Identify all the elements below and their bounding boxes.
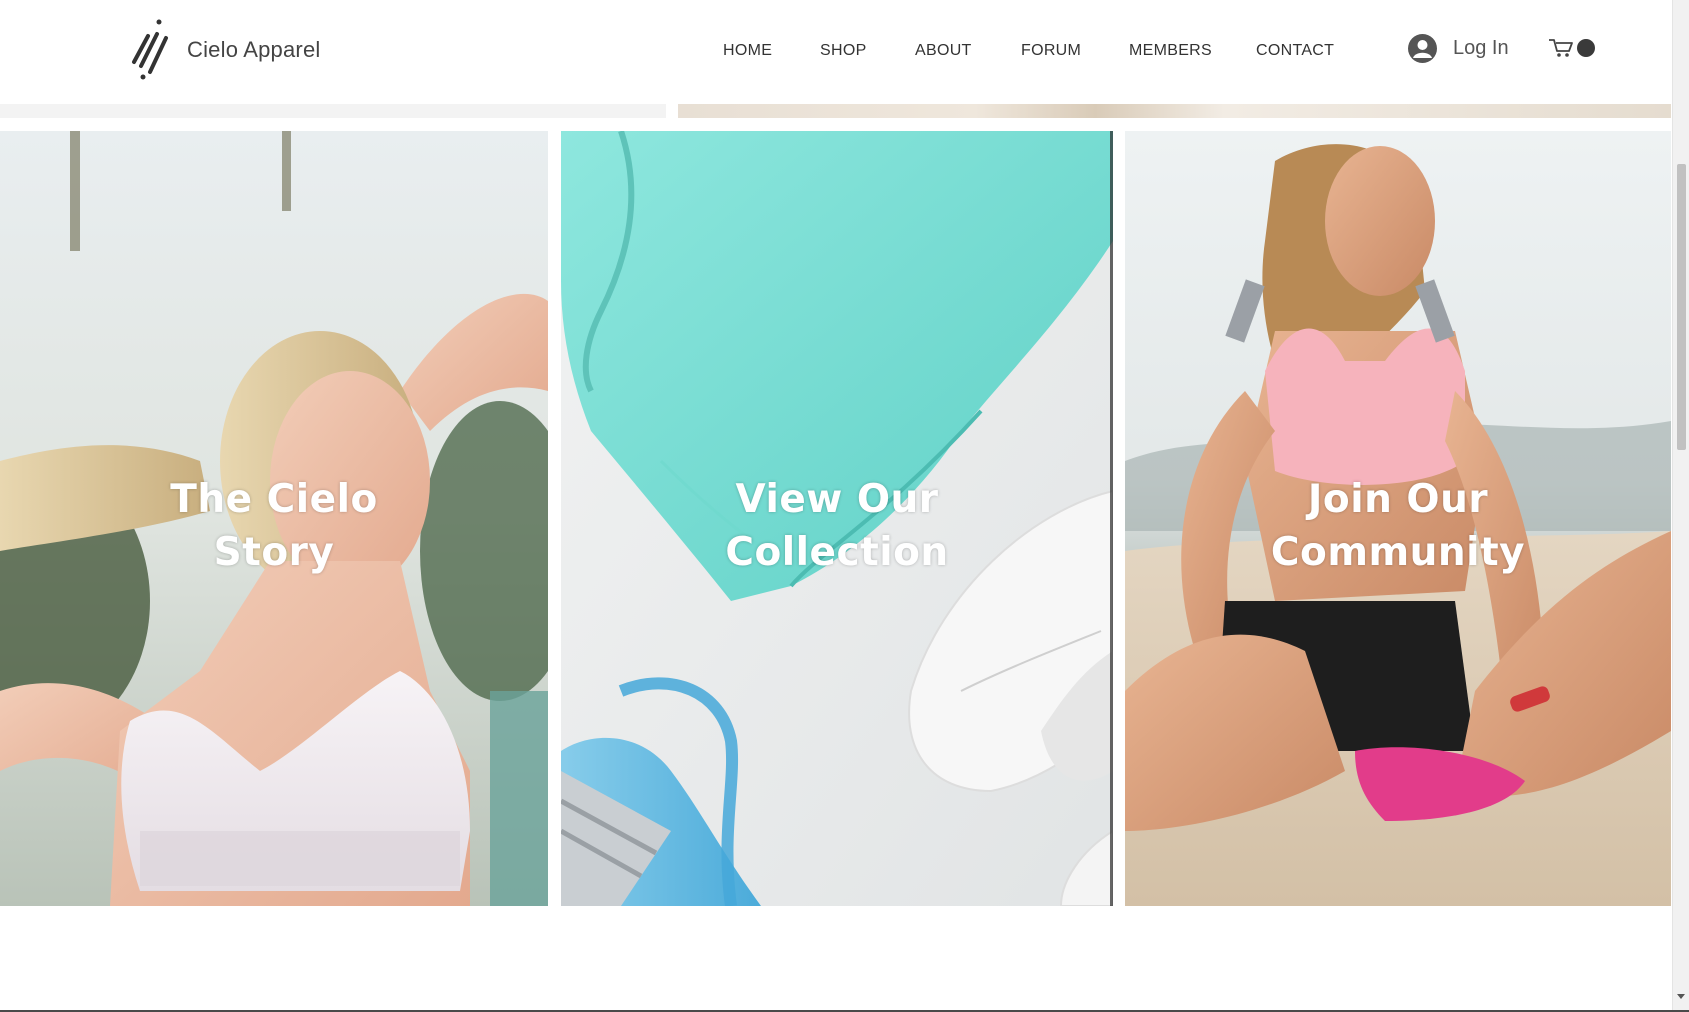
nav-contact[interactable]: CONTACT: [1256, 42, 1334, 60]
section-divider-left: [0, 104, 666, 118]
panel-title: View Our Collection: [561, 473, 1113, 579]
shopping-cart-icon[interactable]: [1547, 36, 1597, 60]
site-header: Cielo Apparel HOME SHOP ABOUT FORUM MEMB…: [0, 0, 1672, 104]
login-label: Log In: [1453, 36, 1509, 59]
nav-about[interactable]: ABOUT: [915, 42, 972, 60]
page-scrollbar[interactable]: [1672, 0, 1689, 1012]
scroll-down-arrow-icon[interactable]: [1677, 994, 1685, 999]
panel-title-line-1: Join Our: [1307, 477, 1489, 522]
brand-name[interactable]: Cielo Apparel: [187, 37, 320, 63]
panel-view-collection[interactable]: View Our Collection: [561, 131, 1113, 906]
nav-members[interactable]: MEMBERS: [1129, 42, 1212, 60]
scrollbar-thumb[interactable]: [1677, 164, 1686, 450]
nav-home[interactable]: HOME: [723, 42, 772, 60]
panel-title-line-2: Community: [1270, 530, 1526, 575]
panel-title-line-1: The Cielo: [170, 477, 378, 522]
nav-shop[interactable]: SHOP: [820, 42, 867, 60]
panel-title-line-2: Story: [213, 530, 335, 575]
panel-join-community[interactable]: Join Our Community: [1125, 131, 1671, 906]
panel-title: The Cielo Story: [0, 473, 548, 579]
panel-title-line-1: View Our: [735, 477, 939, 522]
hero-image-bottom-edge: [678, 104, 1671, 118]
slashes-logo-icon[interactable]: [130, 16, 180, 84]
panel-title-line-2: Collection: [725, 530, 949, 575]
login-button[interactable]: Log In: [1408, 32, 1509, 64]
panel-cielo-story[interactable]: The Cielo Story: [0, 131, 548, 906]
panel-title: Join Our Community: [1125, 473, 1671, 579]
nav-forum[interactable]: FORUM: [1021, 42, 1081, 60]
user-avatar-icon: [1408, 33, 1437, 63]
